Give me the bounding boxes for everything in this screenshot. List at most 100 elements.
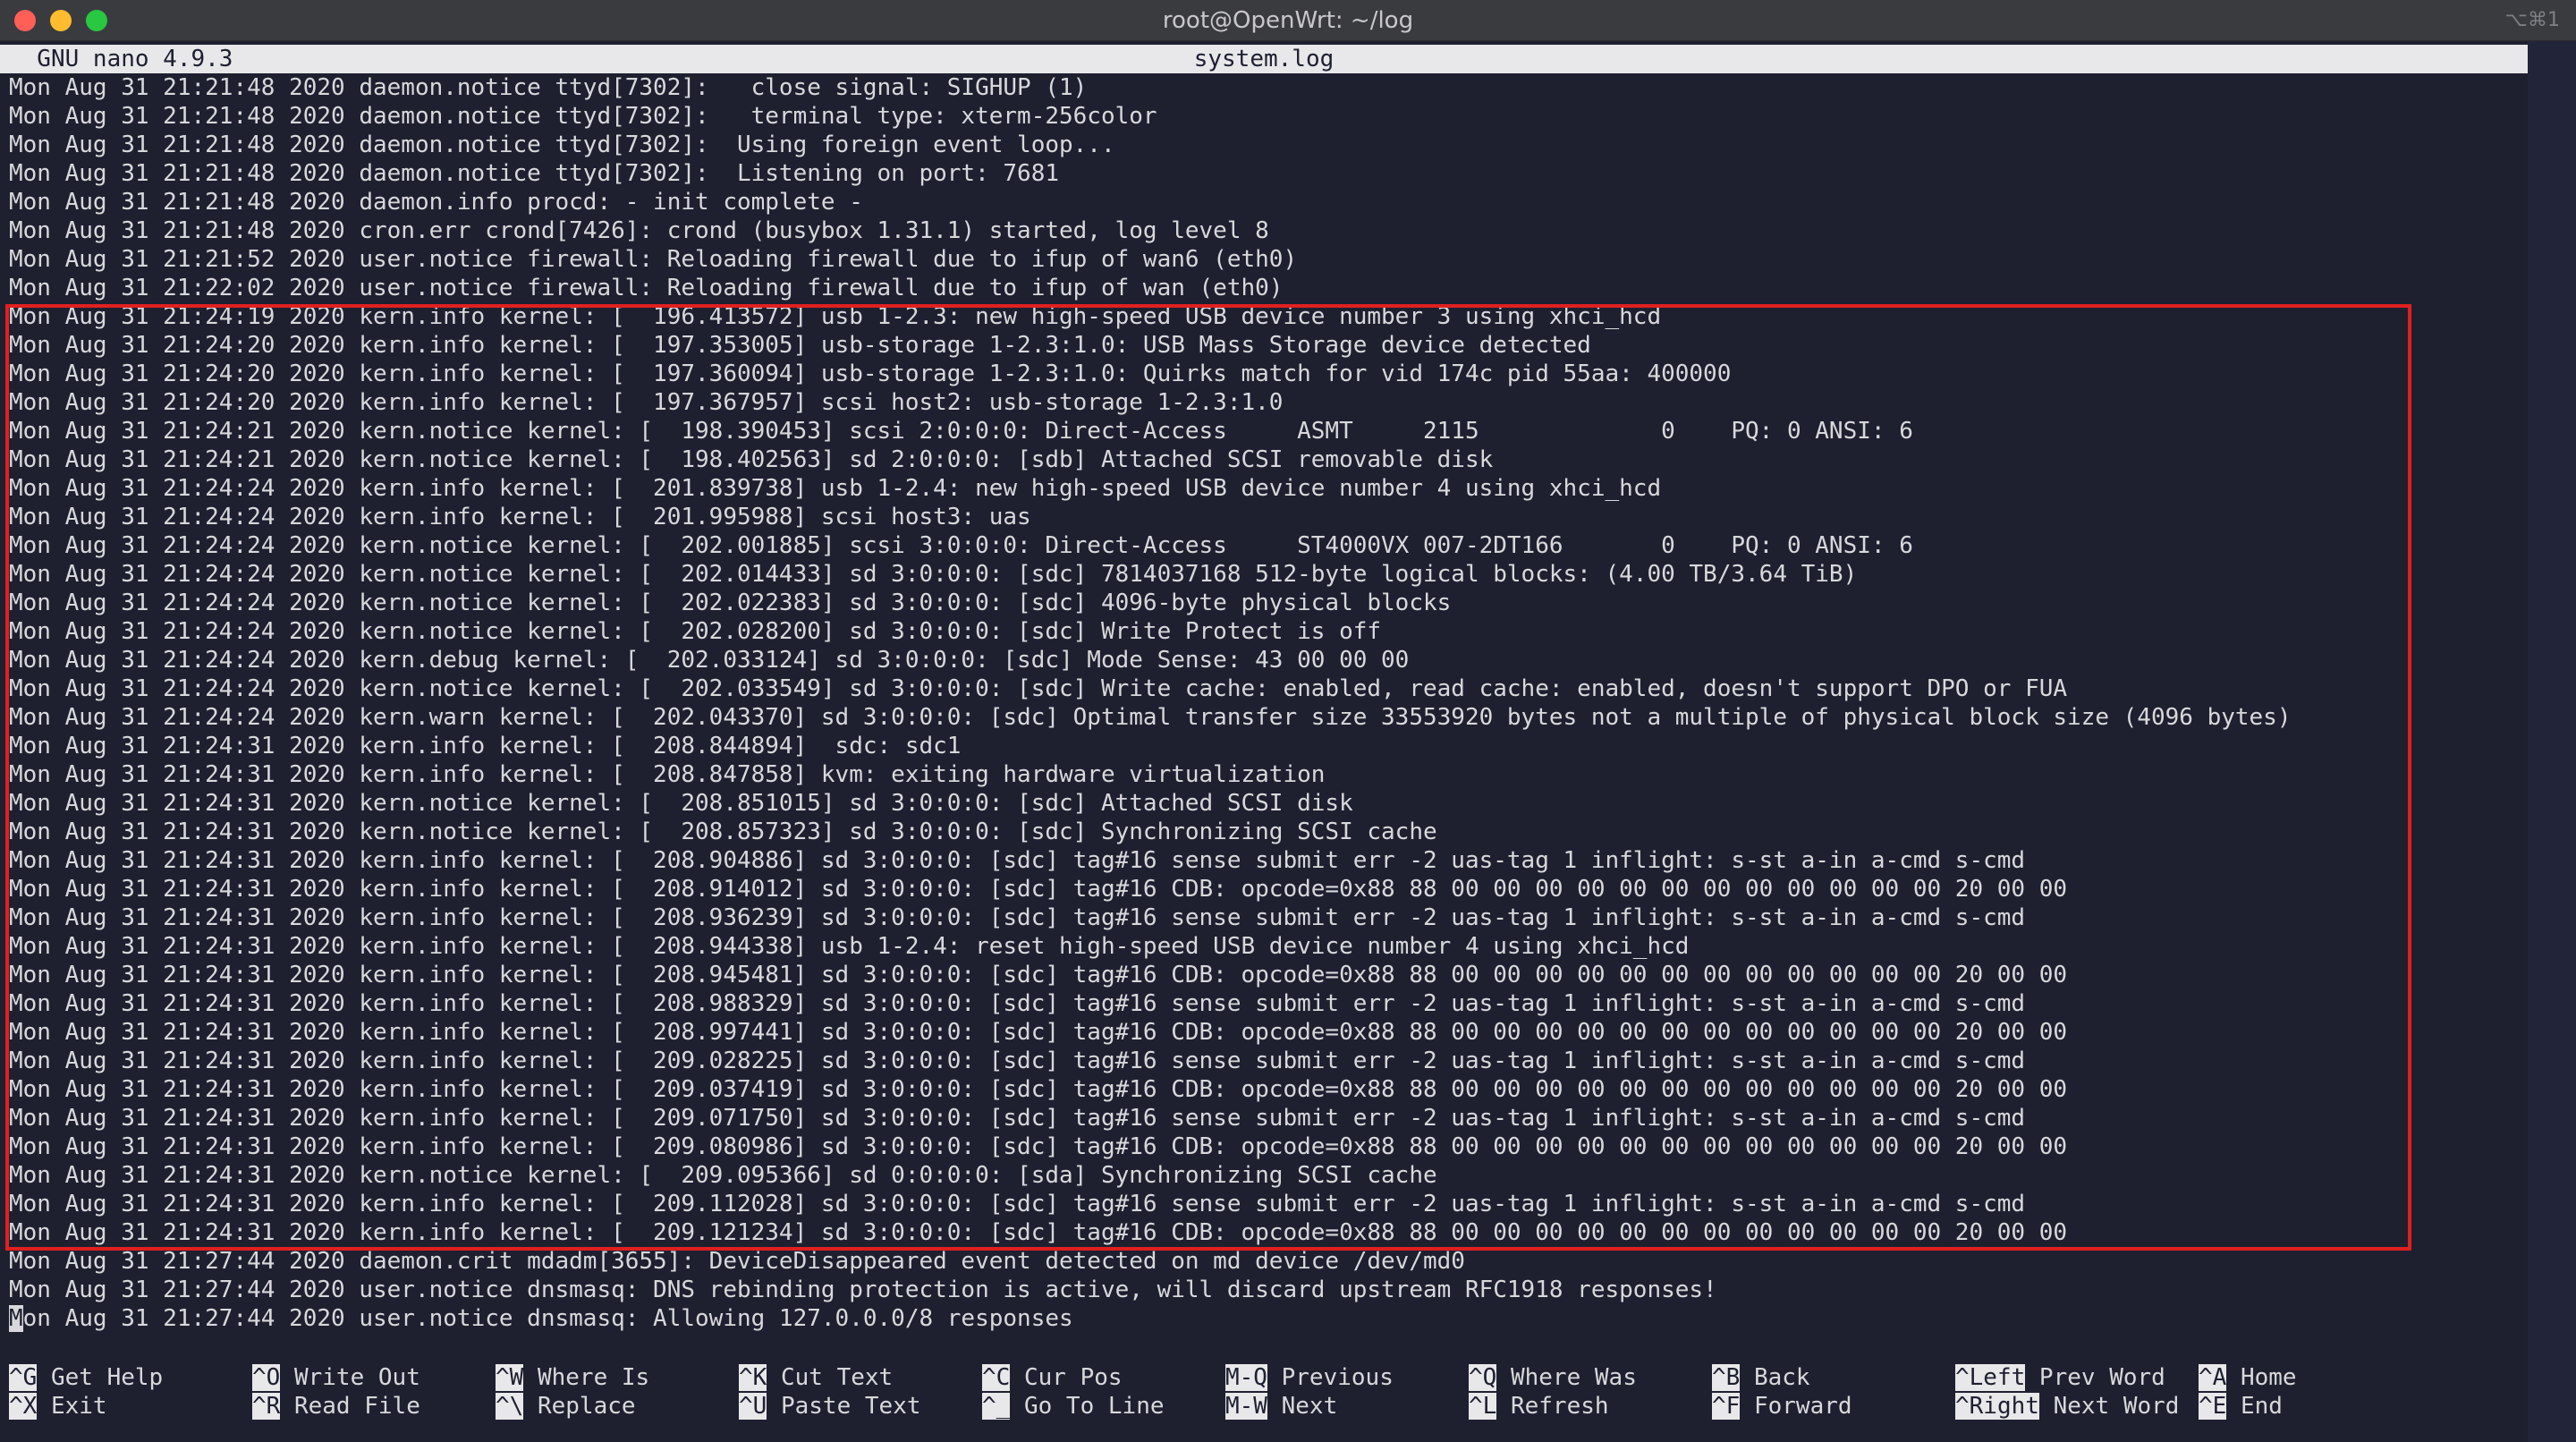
log-line: Mon Aug 31 21:24:20 2020 kern.info kerne…: [9, 360, 1732, 387]
shortcut-key: ^L: [1469, 1393, 1497, 1420]
shortcut-label: Where Was: [1496, 1364, 1637, 1391]
shortcut-cut-text[interactable]: ^K Cut Text: [739, 1363, 893, 1392]
log-line: Mon Aug 31 21:24:24 2020 kern.notice ker…: [9, 532, 1913, 559]
shortcut-label: Previous: [1267, 1364, 1394, 1391]
terminal-scrollbar[interactable]: [2528, 41, 2576, 1442]
shortcut-label: Next Word: [2038, 1393, 2180, 1420]
shortcut-label: Next: [1267, 1393, 1338, 1420]
shortcut-key: ^Left: [1955, 1364, 2026, 1391]
shortcut-key: ^\: [496, 1393, 524, 1420]
terminal-area[interactable]: GNU nano 4.9.3 system.log Mon Aug 31 21:…: [0, 41, 2576, 1442]
log-line: Mon Aug 31 21:21:48 2020 daemon.notice t…: [9, 160, 1059, 187]
log-line: Mon Aug 31 21:24:20 2020 kern.info kerne…: [9, 332, 1591, 359]
shortcut-next-word[interactable]: ^Right Next Word: [1955, 1392, 2179, 1421]
shortcut-back[interactable]: ^B Back: [1712, 1363, 1810, 1392]
shortcut-key: ^K: [739, 1364, 767, 1391]
shortcut-label: Paste Text: [767, 1393, 921, 1420]
nano-filename: system.log: [1193, 46, 1335, 72]
log-line: Mon Aug 31 21:27:44 2020 user.notice dns…: [9, 1277, 1717, 1303]
log-line: Mon Aug 31 21:27:44 2020 daemon.crit mda…: [9, 1248, 1465, 1275]
shortcut-label: Exit: [37, 1393, 107, 1420]
shortcut-write-out[interactable]: ^O Write Out: [252, 1363, 420, 1392]
log-line: Mon Aug 31 21:24:24 2020 kern.info kerne…: [9, 504, 1031, 530]
log-line: Mon Aug 31 21:24:31 2020 kern.info kerne…: [9, 876, 2068, 903]
log-line: Mon Aug 31 21:22:02 2020 user.notice fir…: [9, 275, 1284, 301]
log-line: Mon Aug 31 21:21:48 2020 daemon.notice t…: [9, 103, 1157, 130]
log-line: Mon Aug 31 21:24:24 2020 kern.warn kerne…: [9, 704, 2292, 731]
shortcut-exit[interactable]: ^X Exit: [9, 1392, 107, 1421]
shortcut-previous[interactable]: M-Q Previous: [1225, 1363, 1394, 1392]
shortcut-label: Replace: [523, 1393, 636, 1420]
shortcut-key: ^C: [982, 1364, 1011, 1391]
shortcut-where-is[interactable]: ^W Where Is: [496, 1363, 649, 1392]
log-line: Mon Aug 31 21:24:31 2020 kern.info kerne…: [9, 962, 2068, 988]
shortcut-key: ^F: [1712, 1393, 1741, 1420]
shortcut-prev-word[interactable]: ^Left Prev Word: [1955, 1363, 2165, 1392]
window-titlebar: root@OpenWrt: ~/log ⌥⌘1: [0, 0, 2576, 41]
shortcut-go-to-line[interactable]: ^_ Go To Line: [982, 1392, 1165, 1421]
shortcut-label: Get Help: [37, 1364, 164, 1391]
log-line: Mon Aug 31 21:24:31 2020 kern.info kerne…: [9, 733, 962, 759]
shortcut-get-help[interactable]: ^G Get Help: [9, 1363, 163, 1392]
shortcut-label: Cur Pos: [1010, 1364, 1123, 1391]
log-line: Mon Aug 31 21:24:24 2020 kern.notice ker…: [9, 675, 2068, 702]
log-line: Mon Aug 31 21:24:31 2020 kern.info kerne…: [9, 847, 2026, 874]
window-shortcut-hint: ⌥⌘1: [2504, 9, 2560, 31]
shortcut-replace[interactable]: ^\ Replace: [496, 1392, 636, 1421]
log-line: Mon Aug 31 21:24:31 2020 kern.info kerne…: [9, 990, 2026, 1017]
log-line: Mon Aug 31 21:24:24 2020 kern.notice ker…: [9, 590, 1452, 616]
shortcut-end[interactable]: ^E End: [2199, 1392, 2283, 1421]
shortcut-label: Read File: [280, 1393, 420, 1420]
shortcut-key: ^Q: [1469, 1364, 1497, 1391]
log-line: Mon Aug 31 21:21:48 2020 daemon.notice t…: [9, 74, 1088, 101]
log-line: Mon Aug 31 21:21:48 2020 daemon.notice t…: [9, 131, 1115, 158]
shortcut-key: ^_: [982, 1393, 1011, 1420]
shortcut-label: Refresh: [1496, 1393, 1609, 1420]
log-line-text: on Aug 31 21:27:44 2020 user.notice dnsm…: [22, 1305, 1073, 1332]
shortcut-label: Where Is: [523, 1364, 650, 1391]
shortcut-key: M-W: [1225, 1393, 1267, 1420]
shortcut-key: ^X: [9, 1393, 38, 1420]
shortcut-key: ^W: [496, 1364, 524, 1391]
shortcut-home[interactable]: ^A Home: [2199, 1363, 2297, 1392]
log-line: Mon Aug 31 21:24:31 2020 kern.info kerne…: [9, 1048, 2026, 1074]
shortcut-cur-pos[interactable]: ^C Cur Pos: [982, 1363, 1123, 1392]
shortcut-key: ^A: [2199, 1364, 2227, 1391]
shortcut-label: End: [2226, 1393, 2283, 1420]
log-line: Mon Aug 31 21:24:24 2020 kern.info kerne…: [9, 475, 1662, 502]
shortcut-read-file[interactable]: ^R Read File: [252, 1392, 420, 1421]
shortcut-next[interactable]: M-W Next: [1225, 1392, 1337, 1421]
log-line: Mon Aug 31 21:24:31 2020 kern.info kerne…: [9, 1105, 2026, 1132]
nano-shortcut-bar: ^G Get Help ^O Write Out ^W Where Is ^K Cut…: [9, 1363, 2513, 1421]
nano-header-bar: GNU nano 4.9.3 system.log: [0, 45, 2528, 73]
log-line: Mon Aug 31 21:24:31 2020 kern.info kerne…: [9, 1219, 2068, 1246]
shortcut-label: Prev Word: [2025, 1364, 2165, 1391]
shortcut-key: ^B: [1712, 1364, 1741, 1391]
shortcut-key: ^R: [252, 1393, 281, 1420]
log-line: Mon Aug 31 21:21:48 2020 daemon.info pro…: [9, 189, 863, 216]
shortcut-label: Cut Text: [767, 1364, 894, 1391]
log-line: Mon Aug 31 21:24:31 2020 kern.info kerne…: [9, 1076, 2068, 1103]
shortcut-paste-text[interactable]: ^U Paste Text: [739, 1392, 921, 1421]
log-line: Mon Aug 31 21:21:48 2020 cron.err crond[…: [9, 217, 1269, 244]
log-line: Mon Aug 31 21:24:31 2020 kern.info kerne…: [9, 933, 1690, 960]
shortcut-key: ^E: [2199, 1393, 2227, 1420]
log-content[interactable]: Mon Aug 31 21:21:48 2020 daemon.notice t…: [9, 73, 2513, 1333]
shortcut-label: Back: [1740, 1364, 1810, 1391]
shortcut-key: ^U: [739, 1393, 767, 1420]
shortcut-forward[interactable]: ^F Forward: [1712, 1392, 1852, 1421]
log-line: Mon Aug 31 21:24:31 2020 kern.info kerne…: [9, 904, 2026, 931]
shortcut-key: ^Right: [1955, 1393, 2039, 1420]
shortcut-where-was[interactable]: ^Q Where Was: [1469, 1363, 1637, 1392]
log-line: Mon Aug 31 21:24:31 2020 kern.info kerne…: [9, 1191, 2026, 1217]
log-line: Mon Aug 31 21:24:31 2020 kern.notice ker…: [9, 819, 1437, 845]
log-line: Mon Aug 31 21:24:19 2020 kern.info kerne…: [9, 303, 1662, 330]
log-line: Mon Aug 31 21:24:21 2020 kern.notice ker…: [9, 446, 1494, 473]
window-title: root@OpenWrt: ~/log: [1162, 7, 1414, 34]
shortcut-key: ^G: [9, 1364, 38, 1391]
log-line: Mon Aug 31 21:24:31 2020 kern.info kerne…: [9, 1133, 2068, 1160]
log-line: Mon Aug 31 21:24:24 2020 kern.debug kern…: [9, 647, 1410, 674]
shortcut-label: Go To Line: [1010, 1393, 1165, 1420]
shortcut-refresh[interactable]: ^L Refresh: [1469, 1392, 1609, 1421]
log-line: Mon Aug 31 21:24:21 2020 kern.notice ker…: [9, 418, 1913, 445]
